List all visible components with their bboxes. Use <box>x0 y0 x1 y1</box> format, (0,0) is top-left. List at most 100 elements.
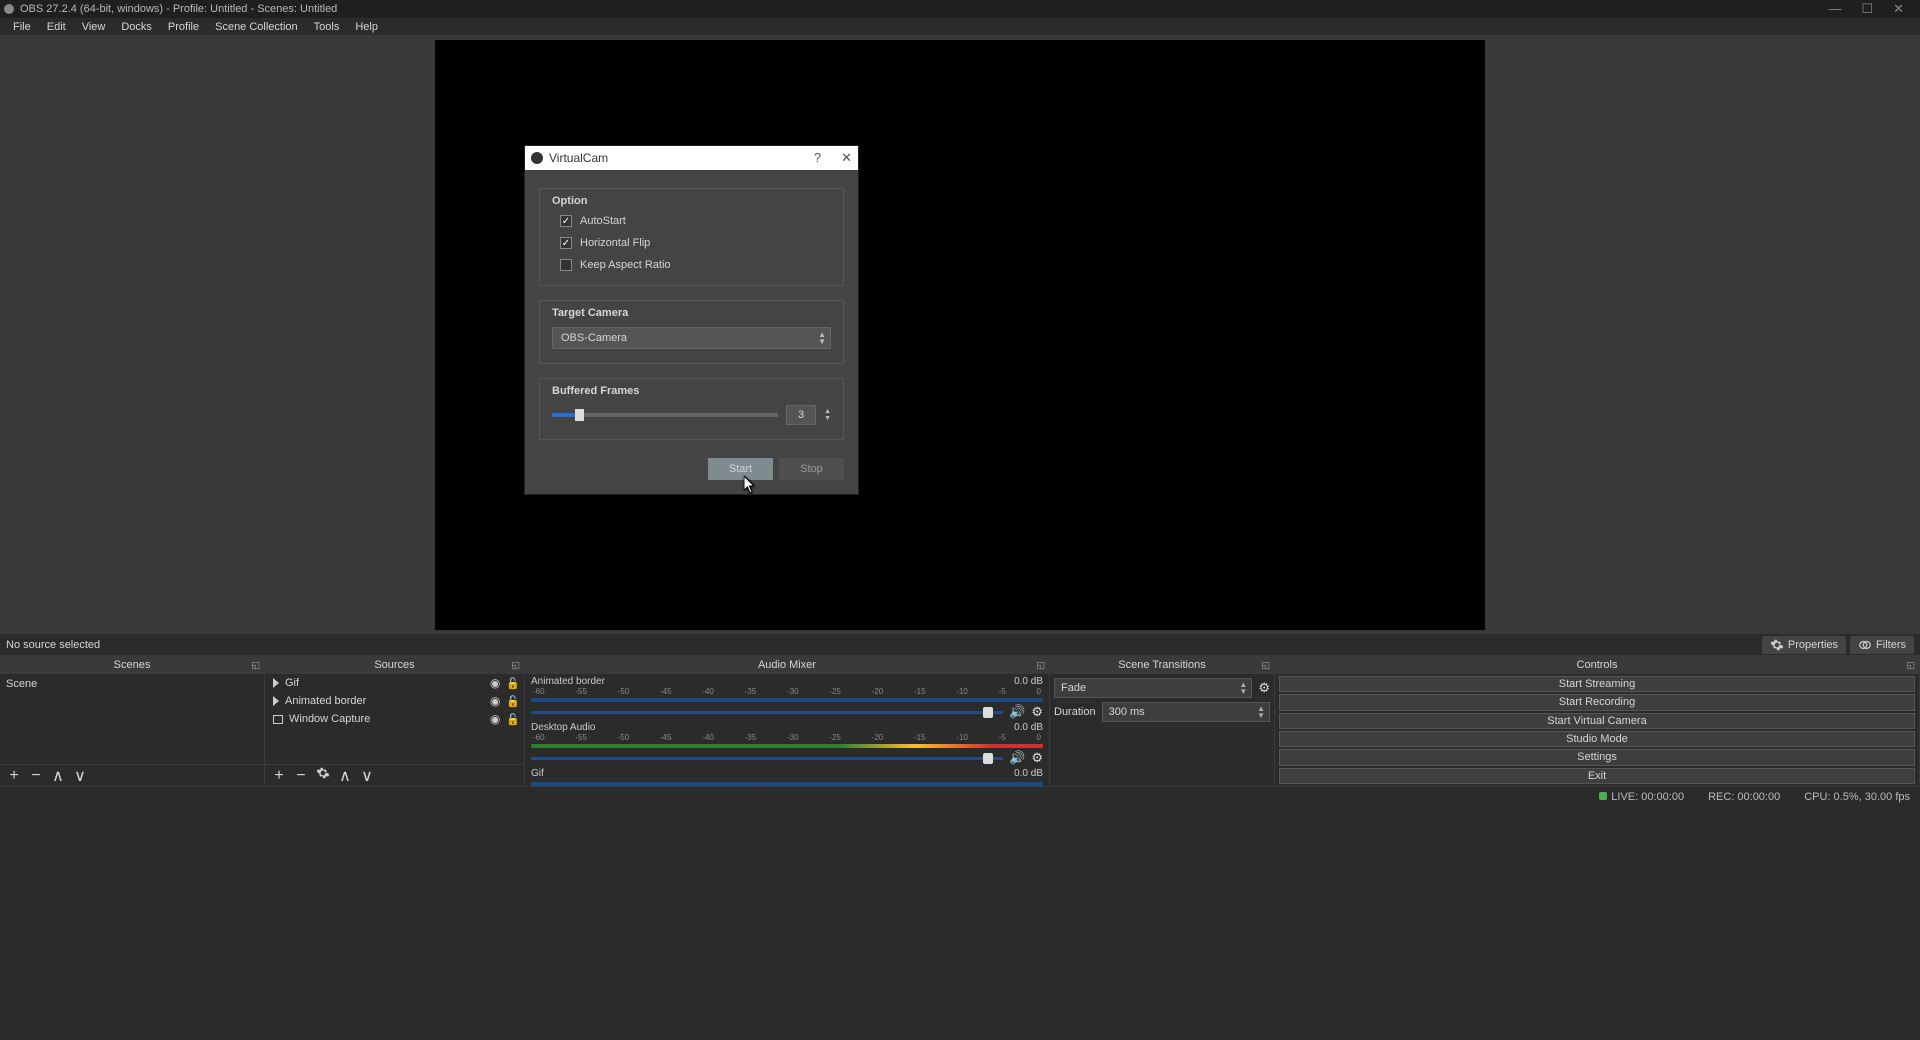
menu-edit[interactable]: Edit <box>40 19 73 35</box>
filters-label: Filters <box>1876 639 1906 651</box>
menu-tools[interactable]: Tools <box>307 19 347 35</box>
media-icon <box>273 678 279 688</box>
buffered-frames-slider[interactable] <box>552 413 778 417</box>
controls-dock: Controls ◱ Start Streaming Start Recordi… <box>1275 656 1920 786</box>
remove-scene-button[interactable]: − <box>28 767 44 785</box>
menu-file[interactable]: File <box>6 19 38 35</box>
menu-view[interactable]: View <box>75 19 113 35</box>
remove-source-button[interactable]: − <box>293 767 309 785</box>
visibility-icon[interactable]: ◉ <box>490 694 500 708</box>
transition-select[interactable]: Fade ▲▼ <box>1054 678 1252 698</box>
duration-label: Duration <box>1054 706 1096 718</box>
dialog-titlebar[interactable]: VirtualCam ? ✕ <box>525 146 858 170</box>
visibility-icon[interactable]: ◉ <box>490 712 500 726</box>
source-row[interactable]: Animated border ◉ 🔓 <box>265 692 524 710</box>
live-status: LIVE: 00:00:00 <box>1599 791 1684 803</box>
dialog-body: Option AutoStart Horizontal Flip Keep As… <box>525 170 858 494</box>
popout-icon[interactable]: ◱ <box>251 660 260 671</box>
source-settings-button[interactable] <box>315 766 331 785</box>
start-button[interactable]: Start <box>708 458 773 480</box>
autostart-checkbox-row[interactable]: AutoStart <box>552 215 831 227</box>
scene-item[interactable]: Scene <box>0 674 264 694</box>
mixer-track: Gif 0.0 dB <box>525 766 1049 786</box>
source-up-button[interactable]: ∧ <box>337 766 353 786</box>
menu-profile[interactable]: Profile <box>161 19 206 35</box>
stop-button[interactable]: Stop <box>779 458 844 480</box>
filters-button[interactable]: Filters <box>1850 636 1914 654</box>
option-group-label: Option <box>552 195 831 207</box>
dialog-title: VirtualCam <box>549 151 608 165</box>
menu-help[interactable]: Help <box>348 19 385 35</box>
help-icon[interactable]: ? <box>814 150 821 166</box>
add-scene-button[interactable]: + <box>6 767 22 785</box>
scenes-list[interactable]: Scene <box>0 674 264 764</box>
docks-row: Scenes ◱ Scene + − ∧ ∨ Sources ◱ Gif ◉ 🔓 <box>0 656 1920 786</box>
add-source-button[interactable]: + <box>271 767 287 785</box>
buffered-value: 3 <box>798 409 804 421</box>
scenes-header: Scenes ◱ <box>0 656 264 674</box>
hflip-checkbox-row[interactable]: Horizontal Flip <box>552 237 831 249</box>
mixer-track: Animated border 0.0 dB -60-55-50-45-40-3… <box>525 674 1049 720</box>
track-name: Gif <box>531 768 544 779</box>
volume-slider[interactable] <box>531 757 1003 760</box>
exit-button[interactable]: Exit <box>1279 768 1915 784</box>
sources-dock: Sources ◱ Gif ◉ 🔓 Animated border ◉ 🔓 Wi… <box>265 656 525 786</box>
lock-icon[interactable]: 🔓 <box>506 677 520 690</box>
track-settings-icon[interactable]: ⚙ <box>1031 750 1043 766</box>
track-settings-icon[interactable]: ⚙ <box>1031 704 1043 720</box>
close-icon[interactable]: ✕ <box>841 150 852 166</box>
studio-mode-button[interactable]: Studio Mode <box>1279 731 1915 747</box>
chevron-updown-icon[interactable]: ▲▼ <box>824 408 831 422</box>
popout-icon[interactable]: ◱ <box>1261 660 1270 671</box>
target-camera-group: Target Camera OBS-Camera ▲▼ <box>539 300 844 364</box>
mixer-title: Audio Mixer <box>758 659 816 671</box>
controls-body: Start Streaming Start Recording Start Vi… <box>1275 674 1919 786</box>
speaker-icon[interactable]: 🔊 <box>1009 704 1025 720</box>
menu-scene-collection[interactable]: Scene Collection <box>208 19 305 35</box>
lock-icon[interactable]: 🔓 <box>506 695 520 708</box>
checkbox-icon[interactable] <box>560 215 572 227</box>
maximize-icon[interactable]: ☐ <box>1861 1 1873 17</box>
transitions-dock: Scene Transitions ◱ Fade ▲▼ ⚙ Duration 3… <box>1050 656 1275 786</box>
popout-icon[interactable]: ◱ <box>1036 660 1045 671</box>
source-down-button[interactable]: ∨ <box>359 766 375 786</box>
buffered-frames-group: Buffered Frames 3 ▲▼ <box>539 378 844 440</box>
visibility-icon[interactable]: ◉ <box>490 676 500 690</box>
minimize-icon[interactable]: — <box>1828 1 1841 17</box>
sources-title: Sources <box>374 659 414 671</box>
buffered-frames-spinbox[interactable]: 3 <box>786 405 816 425</box>
lock-icon[interactable]: 🔓 <box>506 713 520 726</box>
dialog-button-row: Start Stop <box>539 458 844 480</box>
scene-up-button[interactable]: ∧ <box>50 766 66 786</box>
start-virtual-camera-button[interactable]: Start Virtual Camera <box>1279 713 1915 729</box>
properties-button[interactable]: Properties <box>1762 636 1846 654</box>
start-streaming-button[interactable]: Start Streaming <box>1279 676 1915 692</box>
rec-status: REC: 00:00:00 <box>1708 791 1780 803</box>
popout-icon[interactable]: ◱ <box>511 660 520 671</box>
source-row[interactable]: Gif ◉ 🔓 <box>265 674 524 692</box>
duration-spinbox[interactable]: 300 ms ▲▼ <box>1102 702 1270 722</box>
app-icon <box>4 4 14 14</box>
target-camera-value: OBS-Camera <box>561 332 627 344</box>
track-level: 0.0 dB <box>1014 676 1043 687</box>
sources-header: Sources ◱ <box>265 656 524 674</box>
speaker-icon[interactable]: 🔊 <box>1009 750 1025 766</box>
start-recording-button[interactable]: Start Recording <box>1279 694 1915 710</box>
volume-slider[interactable] <box>531 711 1003 714</box>
scenes-title: Scenes <box>114 659 151 671</box>
checkbox-icon[interactable] <box>560 259 572 271</box>
close-icon[interactable]: ✕ <box>1893 1 1904 17</box>
popout-icon[interactable]: ◱ <box>1906 660 1915 671</box>
transition-settings-icon[interactable]: ⚙ <box>1258 680 1270 696</box>
sources-list[interactable]: Gif ◉ 🔓 Animated border ◉ 🔓 Window Captu… <box>265 674 524 764</box>
menu-docks[interactable]: Docks <box>114 19 159 35</box>
source-row[interactable]: Window Capture ◉ 🔓 <box>265 710 524 728</box>
target-camera-select[interactable]: OBS-Camera ▲▼ <box>552 327 831 349</box>
settings-button[interactable]: Settings <box>1279 749 1915 765</box>
preview-area <box>0 36 1920 634</box>
meter-bar <box>531 698 1043 702</box>
scene-down-button[interactable]: ∨ <box>72 766 88 786</box>
virtualcam-dialog: VirtualCam ? ✕ Option AutoStart Horizont… <box>524 145 859 495</box>
checkbox-icon[interactable] <box>560 237 572 249</box>
keep-ar-checkbox-row[interactable]: Keep Aspect Ratio <box>552 259 831 271</box>
